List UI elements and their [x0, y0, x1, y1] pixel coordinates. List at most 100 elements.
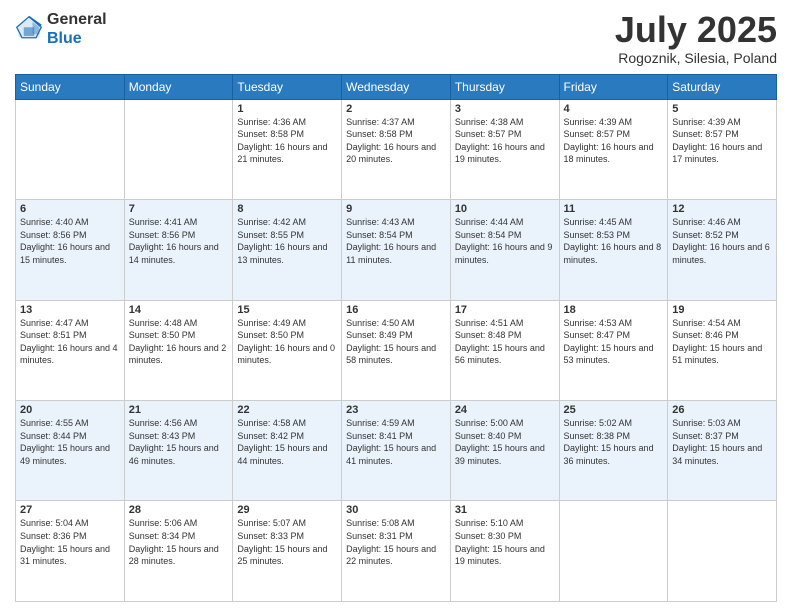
day-number: 20	[20, 404, 120, 416]
day-number: 15	[237, 304, 337, 316]
day-number: 25	[564, 404, 664, 416]
day-info: Sunrise: 5:06 AM Sunset: 8:34 PM Dayligh…	[129, 517, 229, 567]
day-info: Sunrise: 4:45 AM Sunset: 8:53 PM Dayligh…	[564, 216, 664, 266]
table-row: 9Sunrise: 4:43 AM Sunset: 8:54 PM Daylig…	[342, 200, 451, 300]
day-number: 31	[455, 504, 555, 516]
col-wednesday: Wednesday	[342, 74, 451, 99]
table-row: 29Sunrise: 5:07 AM Sunset: 8:33 PM Dayli…	[233, 501, 342, 602]
day-number: 5	[672, 103, 772, 115]
calendar-header-row: Sunday Monday Tuesday Wednesday Thursday…	[16, 74, 777, 99]
page: General Blue July 2025 Rogoznik, Silesia…	[0, 0, 792, 612]
day-info: Sunrise: 4:39 AM Sunset: 8:57 PM Dayligh…	[672, 116, 772, 166]
col-tuesday: Tuesday	[233, 74, 342, 99]
day-info: Sunrise: 5:02 AM Sunset: 8:38 PM Dayligh…	[564, 417, 664, 467]
table-row: 10Sunrise: 4:44 AM Sunset: 8:54 PM Dayli…	[450, 200, 559, 300]
table-row: 6Sunrise: 4:40 AM Sunset: 8:56 PM Daylig…	[16, 200, 125, 300]
day-number: 10	[455, 203, 555, 215]
table-row: 4Sunrise: 4:39 AM Sunset: 8:57 PM Daylig…	[559, 99, 668, 199]
logo: General Blue	[15, 10, 107, 48]
day-number: 26	[672, 404, 772, 416]
table-row: 24Sunrise: 5:00 AM Sunset: 8:40 PM Dayli…	[450, 401, 559, 501]
day-number: 3	[455, 103, 555, 115]
day-info: Sunrise: 4:41 AM Sunset: 8:56 PM Dayligh…	[129, 216, 229, 266]
main-title: July 2025	[615, 10, 777, 50]
logo-general: General	[47, 10, 107, 29]
table-row: 20Sunrise: 4:55 AM Sunset: 8:44 PM Dayli…	[16, 401, 125, 501]
table-row	[124, 99, 233, 199]
day-number: 24	[455, 404, 555, 416]
table-row: 7Sunrise: 4:41 AM Sunset: 8:56 PM Daylig…	[124, 200, 233, 300]
calendar-week-row: 20Sunrise: 4:55 AM Sunset: 8:44 PM Dayli…	[16, 401, 777, 501]
day-info: Sunrise: 4:39 AM Sunset: 8:57 PM Dayligh…	[564, 116, 664, 166]
table-row: 5Sunrise: 4:39 AM Sunset: 8:57 PM Daylig…	[668, 99, 777, 199]
table-row: 30Sunrise: 5:08 AM Sunset: 8:31 PM Dayli…	[342, 501, 451, 602]
table-row: 14Sunrise: 4:48 AM Sunset: 8:50 PM Dayli…	[124, 300, 233, 400]
table-row: 8Sunrise: 4:42 AM Sunset: 8:55 PM Daylig…	[233, 200, 342, 300]
day-number: 22	[237, 404, 337, 416]
table-row: 31Sunrise: 5:10 AM Sunset: 8:30 PM Dayli…	[450, 501, 559, 602]
table-row: 18Sunrise: 4:53 AM Sunset: 8:47 PM Dayli…	[559, 300, 668, 400]
day-info: Sunrise: 4:42 AM Sunset: 8:55 PM Dayligh…	[237, 216, 337, 266]
calendar-table: Sunday Monday Tuesday Wednesday Thursday…	[15, 74, 777, 602]
day-number: 23	[346, 404, 446, 416]
day-number: 2	[346, 103, 446, 115]
table-row	[559, 501, 668, 602]
day-number: 1	[237, 103, 337, 115]
table-row: 17Sunrise: 4:51 AM Sunset: 8:48 PM Dayli…	[450, 300, 559, 400]
day-number: 7	[129, 203, 229, 215]
table-row	[668, 501, 777, 602]
table-row: 15Sunrise: 4:49 AM Sunset: 8:50 PM Dayli…	[233, 300, 342, 400]
day-number: 21	[129, 404, 229, 416]
day-number: 29	[237, 504, 337, 516]
day-info: Sunrise: 5:00 AM Sunset: 8:40 PM Dayligh…	[455, 417, 555, 467]
day-info: Sunrise: 4:54 AM Sunset: 8:46 PM Dayligh…	[672, 317, 772, 367]
day-number: 11	[564, 203, 664, 215]
day-number: 18	[564, 304, 664, 316]
day-info: Sunrise: 4:40 AM Sunset: 8:56 PM Dayligh…	[20, 216, 120, 266]
day-number: 14	[129, 304, 229, 316]
day-info: Sunrise: 4:47 AM Sunset: 8:51 PM Dayligh…	[20, 317, 120, 367]
day-info: Sunrise: 4:51 AM Sunset: 8:48 PM Dayligh…	[455, 317, 555, 367]
day-info: Sunrise: 4:49 AM Sunset: 8:50 PM Dayligh…	[237, 317, 337, 367]
day-number: 13	[20, 304, 120, 316]
calendar-week-row: 13Sunrise: 4:47 AM Sunset: 8:51 PM Dayli…	[16, 300, 777, 400]
day-number: 8	[237, 203, 337, 215]
day-info: Sunrise: 4:50 AM Sunset: 8:49 PM Dayligh…	[346, 317, 446, 367]
day-number: 27	[20, 504, 120, 516]
table-row: 2Sunrise: 4:37 AM Sunset: 8:58 PM Daylig…	[342, 99, 451, 199]
table-row: 25Sunrise: 5:02 AM Sunset: 8:38 PM Dayli…	[559, 401, 668, 501]
table-row: 22Sunrise: 4:58 AM Sunset: 8:42 PM Dayli…	[233, 401, 342, 501]
day-info: Sunrise: 4:48 AM Sunset: 8:50 PM Dayligh…	[129, 317, 229, 367]
day-number: 30	[346, 504, 446, 516]
table-row: 12Sunrise: 4:46 AM Sunset: 8:52 PM Dayli…	[668, 200, 777, 300]
table-row: 13Sunrise: 4:47 AM Sunset: 8:51 PM Dayli…	[16, 300, 125, 400]
col-saturday: Saturday	[668, 74, 777, 99]
col-sunday: Sunday	[16, 74, 125, 99]
day-number: 17	[455, 304, 555, 316]
title-block: July 2025 Rogoznik, Silesia, Poland	[615, 10, 777, 66]
day-info: Sunrise: 4:53 AM Sunset: 8:47 PM Dayligh…	[564, 317, 664, 367]
logo-text: General Blue	[47, 10, 107, 48]
day-info: Sunrise: 4:44 AM Sunset: 8:54 PM Dayligh…	[455, 216, 555, 266]
day-info: Sunrise: 4:58 AM Sunset: 8:42 PM Dayligh…	[237, 417, 337, 467]
day-number: 6	[20, 203, 120, 215]
day-info: Sunrise: 4:46 AM Sunset: 8:52 PM Dayligh…	[672, 216, 772, 266]
day-info: Sunrise: 4:55 AM Sunset: 8:44 PM Dayligh…	[20, 417, 120, 467]
table-row	[16, 99, 125, 199]
table-row: 21Sunrise: 4:56 AM Sunset: 8:43 PM Dayli…	[124, 401, 233, 501]
day-info: Sunrise: 5:08 AM Sunset: 8:31 PM Dayligh…	[346, 517, 446, 567]
calendar-week-row: 27Sunrise: 5:04 AM Sunset: 8:36 PM Dayli…	[16, 501, 777, 602]
day-info: Sunrise: 5:03 AM Sunset: 8:37 PM Dayligh…	[672, 417, 772, 467]
day-info: Sunrise: 5:07 AM Sunset: 8:33 PM Dayligh…	[237, 517, 337, 567]
header: General Blue July 2025 Rogoznik, Silesia…	[15, 10, 777, 66]
subtitle: Rogoznik, Silesia, Poland	[615, 50, 777, 66]
col-thursday: Thursday	[450, 74, 559, 99]
day-number: 12	[672, 203, 772, 215]
table-row: 28Sunrise: 5:06 AM Sunset: 8:34 PM Dayli…	[124, 501, 233, 602]
col-friday: Friday	[559, 74, 668, 99]
logo-icon	[15, 15, 43, 43]
table-row: 19Sunrise: 4:54 AM Sunset: 8:46 PM Dayli…	[668, 300, 777, 400]
col-monday: Monday	[124, 74, 233, 99]
table-row: 16Sunrise: 4:50 AM Sunset: 8:49 PM Dayli…	[342, 300, 451, 400]
day-info: Sunrise: 5:10 AM Sunset: 8:30 PM Dayligh…	[455, 517, 555, 567]
